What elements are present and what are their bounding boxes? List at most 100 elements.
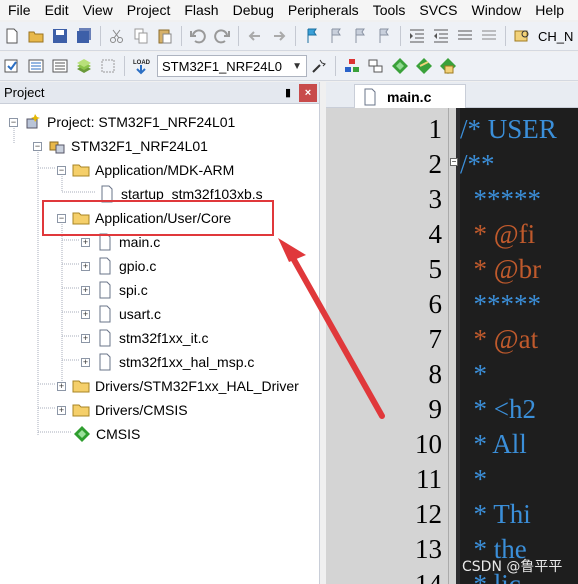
expand-icon[interactable]: +: [81, 285, 90, 295]
code-line[interactable]: /* USER: [460, 112, 557, 147]
packs-icon[interactable]: [437, 55, 459, 77]
tree-item-file-usart[interactable]: + usart.c: [81, 303, 161, 325]
menu-edit[interactable]: Edit: [38, 0, 76, 20]
unindent-icon[interactable]: [430, 25, 452, 47]
find-text-truncated[interactable]: CH_N: [538, 29, 573, 44]
rte-manage-icon[interactable]: [389, 55, 411, 77]
manage-components-icon[interactable]: [365, 55, 387, 77]
code-line[interactable]: * Thi: [460, 497, 531, 532]
standard-toolbar: CH_N: [0, 22, 578, 51]
expand-icon[interactable]: +: [81, 333, 90, 343]
expand-icon[interactable]: +: [57, 405, 66, 415]
collapse-icon[interactable]: −: [57, 165, 66, 175]
toolbar-separator: [335, 56, 336, 76]
tree-item-label: gpio.c: [119, 258, 157, 274]
toolbar-separator: [181, 26, 182, 46]
file-extensions-icon[interactable]: [341, 55, 363, 77]
nav-back-icon[interactable]: [244, 25, 266, 47]
tree-item-file-it[interactable]: + stm32f1xx_it.c: [81, 327, 208, 349]
tree-item-group-hal-driver[interactable]: + Drivers/STM32F1xx_HAL_Driver: [57, 375, 299, 397]
expand-icon[interactable]: +: [81, 237, 90, 247]
tree-item-label: STM32F1_NRF24L01: [71, 138, 208, 154]
find-in-files-icon[interactable]: [511, 25, 533, 47]
build-icon[interactable]: [25, 55, 47, 77]
indent-icon[interactable]: [406, 25, 428, 47]
line-number: 1: [428, 114, 443, 144]
bookmark-clear-icon[interactable]: [373, 25, 395, 47]
menu-flash[interactable]: Flash: [177, 0, 225, 20]
menu-file[interactable]: File: [0, 0, 38, 20]
nav-forward-icon[interactable]: [268, 25, 290, 47]
code-line[interactable]: * @br: [460, 252, 542, 287]
menu-tools[interactable]: Tools: [366, 0, 413, 20]
menu-peripherals[interactable]: Peripherals: [281, 0, 366, 20]
translate-icon[interactable]: [1, 55, 23, 77]
expand-icon[interactable]: +: [57, 381, 66, 391]
code-line[interactable]: *****: [460, 182, 542, 217]
expand-icon[interactable]: +: [81, 309, 90, 319]
code-line[interactable]: /**: [460, 147, 495, 182]
comment-icon[interactable]: [454, 25, 476, 47]
toolbar-separator: [100, 26, 101, 46]
line-number: 12: [415, 499, 442, 529]
menu-view[interactable]: View: [76, 0, 120, 20]
tree-item-label: Drivers/CMSIS: [95, 402, 188, 418]
expand-icon[interactable]: +: [81, 261, 90, 271]
project-pane-title: Project: [4, 85, 45, 100]
tree-item-file-gpio[interactable]: + gpio.c: [81, 255, 156, 277]
file-icon: [361, 88, 379, 106]
menu-help[interactable]: Help: [528, 0, 571, 20]
new-file-icon[interactable]: [1, 25, 23, 47]
code-area[interactable]: /* USER/** ***** * @fi * @br ***** * @at…: [460, 108, 578, 584]
tree-item-group-mdk-arm[interactable]: − Application/MDK-ARM: [57, 159, 234, 181]
tab-main-c[interactable]: main.c: [354, 84, 466, 108]
menu-window[interactable]: Window: [465, 0, 529, 20]
tree-item-file-hal-msp[interactable]: + stm32f1xx_hal_msp.c: [81, 351, 254, 373]
code-line[interactable]: * @at: [460, 322, 539, 357]
toolbar-separator: [124, 56, 125, 76]
pin-icon[interactable]: ▮: [279, 84, 297, 102]
undo-icon[interactable]: [187, 25, 209, 47]
tree-item-component-cmsis[interactable]: CMSIS: [73, 423, 140, 445]
cut-icon[interactable]: [106, 25, 128, 47]
code-line[interactable]: * <h2: [460, 392, 536, 427]
rebuild-icon[interactable]: [49, 55, 71, 77]
redo-icon[interactable]: [211, 25, 233, 47]
menu-project[interactable]: Project: [120, 0, 178, 20]
target-select[interactable]: STM32F1_NRF24L0 ▼: [157, 55, 307, 77]
line-number: 8: [428, 359, 443, 389]
download-icon[interactable]: LOAD: [130, 55, 152, 77]
code-line[interactable]: *****: [460, 287, 542, 322]
expand-icon[interactable]: +: [81, 357, 90, 367]
code-line[interactable]: * All: [460, 427, 527, 462]
tree-item-group-cmsis[interactable]: + Drivers/CMSIS: [57, 399, 188, 421]
save-icon[interactable]: [49, 25, 71, 47]
code-line[interactable]: *: [460, 462, 488, 497]
bookmark-icon[interactable]: [301, 25, 323, 47]
collapse-icon[interactable]: −: [33, 141, 42, 151]
chevron-down-icon: ▼: [292, 60, 302, 72]
bookmark-prev-icon[interactable]: [325, 25, 347, 47]
copy-icon[interactable]: [130, 25, 152, 47]
bookmark-next-icon[interactable]: [349, 25, 371, 47]
tree-item-project[interactable]: − Project: STM32F1_NRF24L01: [9, 111, 235, 133]
code-line[interactable]: * @fi: [460, 217, 536, 252]
tree-item-file-spi[interactable]: + spi.c: [81, 279, 148, 301]
target-options-icon[interactable]: [308, 55, 330, 77]
code-line[interactable]: *: [460, 357, 488, 392]
menu-debug[interactable]: Debug: [226, 0, 281, 20]
tree-item-target[interactable]: − STM32F1_NRF24L01: [33, 135, 208, 157]
batch-build-icon[interactable]: [73, 55, 95, 77]
pack-installer-icon[interactable]: [413, 55, 435, 77]
fold-collapse-icon[interactable]: −: [450, 158, 458, 166]
open-folder-icon[interactable]: [25, 25, 47, 47]
editor-tabstrip: main.c: [326, 82, 578, 108]
collapse-icon[interactable]: −: [9, 117, 18, 127]
stop-build-icon[interactable]: [97, 55, 119, 77]
close-icon[interactable]: ×: [299, 83, 317, 102]
uncomment-icon[interactable]: [478, 25, 500, 47]
component-icon: [73, 425, 91, 443]
save-all-icon[interactable]: [73, 25, 95, 47]
menu-svcs[interactable]: SVCS: [412, 0, 464, 20]
paste-icon[interactable]: [154, 25, 176, 47]
